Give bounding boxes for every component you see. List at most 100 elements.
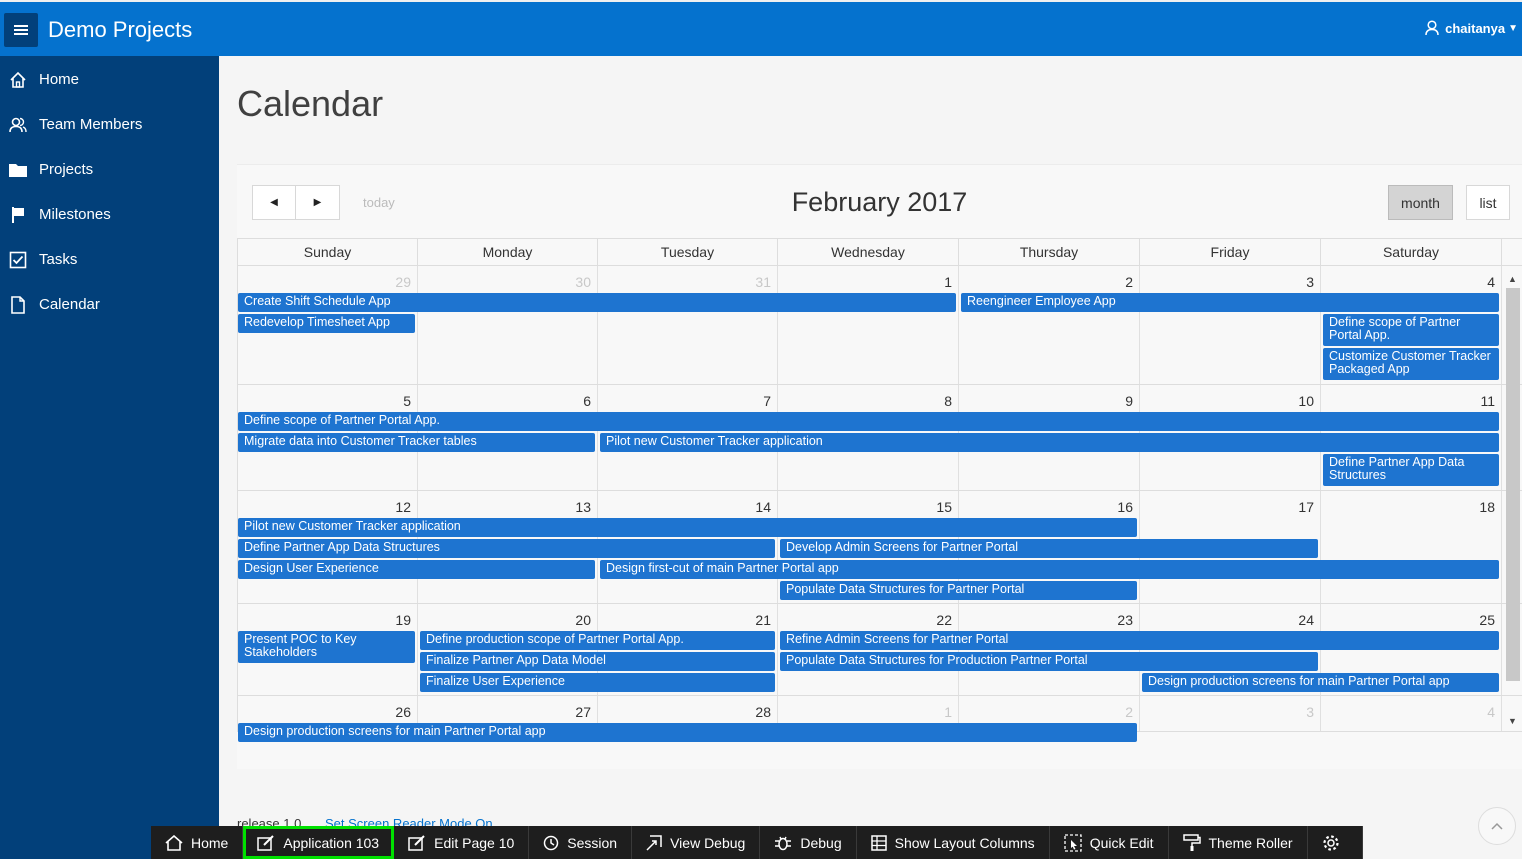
day-number[interactable]: 21 bbox=[755, 612, 771, 628]
day-cell[interactable]: 18 bbox=[1321, 491, 1502, 603]
calendar-event[interactable]: Populate Data Structures for Production … bbox=[780, 652, 1318, 671]
day-number[interactable]: 16 bbox=[1117, 499, 1133, 515]
dev-session-button[interactable]: Session bbox=[529, 826, 633, 859]
day-number[interactable]: 2 bbox=[1125, 274, 1133, 290]
scrollbar-thumb[interactable] bbox=[1506, 288, 1520, 681]
calendar-event[interactable]: Define scope of Partner Portal App. bbox=[1323, 314, 1499, 346]
day-number[interactable]: 3 bbox=[1306, 704, 1314, 720]
menu-toggle-button[interactable] bbox=[4, 13, 38, 47]
calendar-scrollbar[interactable]: ▲ ▼ bbox=[1504, 272, 1522, 732]
dev-application-button[interactable]: Application 103 bbox=[243, 826, 395, 859]
user-name: chaitanya bbox=[1445, 20, 1506, 36]
day-number[interactable]: 20 bbox=[575, 612, 591, 628]
day-number[interactable]: 10 bbox=[1298, 393, 1314, 409]
day-number[interactable]: 4 bbox=[1487, 704, 1495, 720]
day-number[interactable]: 19 bbox=[395, 612, 411, 628]
day-number[interactable]: 15 bbox=[936, 499, 952, 515]
day-number[interactable]: 24 bbox=[1298, 612, 1314, 628]
day-cell[interactable]: 3 bbox=[1140, 266, 1321, 384]
calendar-event[interactable]: Reengineer Employee App bbox=[961, 293, 1499, 312]
day-number[interactable]: 18 bbox=[1479, 499, 1495, 515]
calendar-event[interactable]: Create Shift Schedule App bbox=[238, 293, 956, 312]
day-cell[interactable]: 2 bbox=[959, 266, 1140, 384]
day-number[interactable]: 13 bbox=[575, 499, 591, 515]
calendar-event[interactable]: Refine Admin Screens for Partner Portal bbox=[780, 631, 1499, 650]
calendar-event[interactable]: Migrate data into Customer Tracker table… bbox=[238, 433, 595, 452]
day-number[interactable]: 30 bbox=[575, 274, 591, 290]
day-of-week-header-cell: Wednesday bbox=[778, 239, 959, 265]
calendar-event[interactable]: Design User Experience bbox=[238, 560, 595, 579]
calendar-week: 26 27 28 1 2 3 4 Design production screens for … bbox=[237, 696, 1522, 742]
day-number[interactable]: 6 bbox=[583, 393, 591, 409]
dev-layout-columns-button[interactable]: Show Layout Columns bbox=[857, 826, 1050, 859]
calendar-event[interactable]: Redevelop Timesheet App bbox=[238, 314, 415, 333]
calendar-event[interactable]: Finalize User Experience bbox=[420, 673, 775, 692]
day-cell[interactable]: 1 bbox=[778, 266, 959, 384]
calendar-event[interactable]: Design production screens for main Partn… bbox=[1142, 673, 1499, 692]
dev-theme-roller-button[interactable]: Theme Roller bbox=[1169, 826, 1308, 859]
user-menu[interactable]: chaitanya ▼ bbox=[1425, 20, 1518, 36]
day-number[interactable]: 9 bbox=[1125, 393, 1133, 409]
day-number[interactable]: 2 bbox=[1125, 704, 1133, 720]
calendar-event[interactable]: Define Partner App Data Structures bbox=[238, 539, 775, 558]
clock-icon bbox=[544, 835, 559, 850]
day-number[interactable]: 29 bbox=[395, 274, 411, 290]
scroll-to-top-button[interactable] bbox=[1478, 807, 1516, 845]
day-cell[interactable]: 4 bbox=[1321, 696, 1502, 731]
dev-debug-button[interactable]: Debug bbox=[760, 826, 857, 859]
calendar-event[interactable]: Pilot new Customer Tracker application bbox=[600, 433, 1499, 452]
sidebar-item-home[interactable]: Home bbox=[0, 57, 219, 102]
sidebar-item-calendar[interactable]: Calendar bbox=[0, 282, 219, 327]
scroll-down-icon[interactable]: ▼ bbox=[1508, 716, 1517, 726]
day-number[interactable]: 17 bbox=[1298, 499, 1314, 515]
day-number[interactable]: 7 bbox=[763, 393, 771, 409]
calendar-event[interactable]: Finalize Partner App Data Model bbox=[420, 652, 775, 671]
sidebar-item-team-members[interactable]: Team Members bbox=[0, 102, 219, 147]
day-number[interactable]: 28 bbox=[755, 704, 771, 720]
day-number[interactable]: 1 bbox=[944, 274, 952, 290]
day-number[interactable]: 3 bbox=[1306, 274, 1314, 290]
sidebar-item-tasks[interactable]: Tasks bbox=[0, 237, 219, 282]
calendar-event[interactable]: Customize Customer Tracker Packaged App bbox=[1323, 347, 1499, 380]
day-number[interactable]: 31 bbox=[755, 274, 771, 290]
day-number[interactable]: 26 bbox=[395, 704, 411, 720]
calendar-event[interactable]: Define Partner App Data Structures bbox=[1323, 454, 1499, 486]
dev-home-button[interactable]: Home bbox=[151, 826, 244, 859]
sidebar-item-label: Projects bbox=[39, 161, 94, 178]
sidebar-item-projects[interactable]: Projects bbox=[0, 147, 219, 192]
day-cell[interactable]: 3 bbox=[1140, 696, 1321, 731]
calendar-event[interactable]: Pilot new Customer Tracker application bbox=[238, 518, 1137, 537]
app-title[interactable]: Demo Projects bbox=[48, 17, 192, 43]
day-number[interactable]: 1 bbox=[944, 704, 952, 720]
calendar-event[interactable]: Develop Admin Screens for Partner Portal bbox=[780, 539, 1318, 558]
month-view-button[interactable]: month bbox=[1388, 185, 1453, 220]
sidebar-item-milestones[interactable]: Milestones bbox=[0, 192, 219, 237]
day-of-week-header-cell: Thursday bbox=[959, 239, 1140, 265]
calendar-grid: Sunday Monday Tuesday Wednesday Thursday Frid… bbox=[237, 238, 1522, 742]
dev-view-debug-button[interactable]: View Debug bbox=[632, 826, 761, 859]
calendar-event[interactable]: Define production scope of Partner Porta… bbox=[420, 631, 775, 650]
calendar-event[interactable]: Populate Data Structures for Partner Por… bbox=[780, 581, 1137, 600]
day-number[interactable]: 23 bbox=[1117, 612, 1133, 628]
day-number[interactable]: 11 bbox=[1480, 393, 1495, 409]
day-number[interactable]: 4 bbox=[1487, 274, 1495, 290]
list-view-button[interactable]: list bbox=[1466, 185, 1510, 220]
day-number[interactable]: 27 bbox=[575, 704, 591, 720]
day-cell[interactable]: 30 bbox=[418, 266, 598, 384]
day-number[interactable]: 25 bbox=[1479, 612, 1495, 628]
calendar-event[interactable]: Define scope of Partner Portal App. bbox=[238, 412, 1499, 431]
day-number[interactable]: 12 bbox=[395, 499, 411, 515]
day-number[interactable]: 5 bbox=[403, 393, 411, 409]
day-number[interactable]: 22 bbox=[936, 612, 952, 628]
dev-edit-page-button[interactable]: Edit Page 10 bbox=[394, 826, 530, 859]
calendar-event[interactable]: Present POC to Key Stakeholders bbox=[238, 631, 415, 663]
day-number[interactable]: 14 bbox=[755, 499, 771, 515]
calendar-event[interactable]: Design production screens for main Partn… bbox=[238, 723, 1137, 742]
day-number[interactable]: 8 bbox=[944, 393, 952, 409]
scroll-up-icon[interactable]: ▲ bbox=[1508, 274, 1517, 284]
dev-quick-edit-button[interactable]: Quick Edit bbox=[1050, 826, 1169, 859]
calendar-event[interactable]: Design first-cut of main Partner Portal … bbox=[600, 560, 1499, 579]
dev-settings-button[interactable] bbox=[1308, 826, 1363, 859]
page-title: Calendar bbox=[237, 83, 384, 124]
day-cell[interactable]: 31 bbox=[598, 266, 778, 384]
